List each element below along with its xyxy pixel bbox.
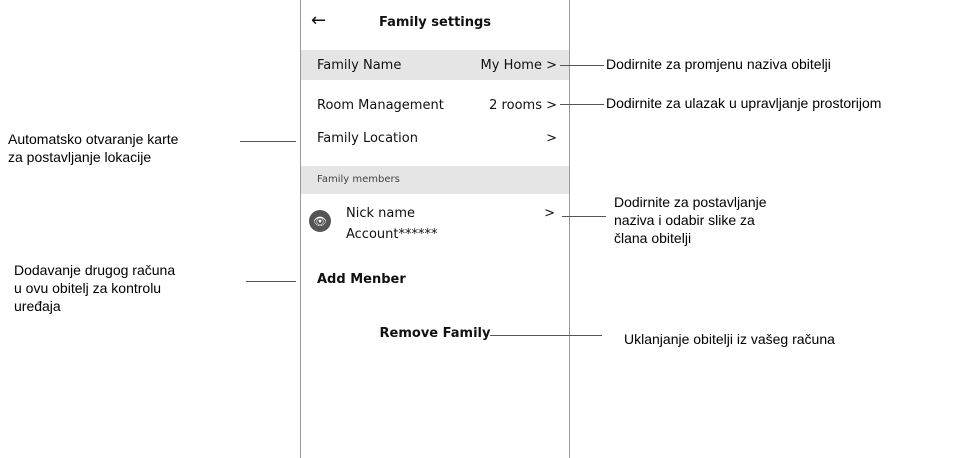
family-name-value: My Home > bbox=[480, 58, 557, 73]
callout-location-line1: Automatsko otvaranje karte bbox=[8, 131, 179, 147]
callout-member-line1: Dodirnite za postavljanje bbox=[614, 194, 767, 210]
callout-add-line3: uređaja bbox=[14, 298, 61, 314]
family-members-title: Family members bbox=[317, 174, 400, 185]
member-chevron-icon[interactable]: > bbox=[544, 206, 555, 221]
callout-room-management: Dodirnite za ulazak u upravljanje prosto… bbox=[606, 95, 882, 111]
room-management-label: Room Management bbox=[317, 98, 444, 113]
callout-location-line2: za postavljanje lokacije bbox=[8, 149, 152, 165]
callout-line-location bbox=[240, 141, 296, 142]
family-location-chevron: > bbox=[546, 131, 557, 146]
family-location-label: Family Location bbox=[317, 131, 418, 146]
family-members-section-header: Family members bbox=[301, 166, 569, 194]
callout-line-member bbox=[562, 216, 606, 217]
add-member-button[interactable]: Add Menber bbox=[317, 272, 406, 287]
callout-line-family-name bbox=[560, 65, 604, 66]
avatar-glyph: 👁 bbox=[313, 214, 327, 228]
callout-line-remove bbox=[490, 335, 602, 336]
family-name-row[interactable]: Family Name My Home > bbox=[301, 50, 569, 80]
remove-family-button[interactable]: Remove Family bbox=[301, 326, 569, 341]
room-management-value: 2 rooms > bbox=[489, 98, 557, 113]
callout-member-line2: naziva i odabir slike za bbox=[614, 212, 755, 228]
room-management-row[interactable]: Room Management 2 rooms > bbox=[301, 90, 569, 120]
family-name-label: Family Name bbox=[317, 58, 402, 73]
callout-add-line2: u ovu obitelj za kontrolu bbox=[14, 280, 162, 296]
member-account: Account****** bbox=[346, 227, 438, 242]
phone-screen: ← Family settings Family Name My Home > … bbox=[300, 0, 570, 458]
header: ← Family settings bbox=[301, 0, 569, 44]
callout-add-line1: Dodavanje drugog računa bbox=[14, 262, 176, 278]
callout-line-room-management bbox=[560, 104, 604, 105]
page-title: Family settings bbox=[378, 15, 492, 30]
callout-family-name: Dodirnite za promjenu naziva obitelji bbox=[606, 56, 831, 72]
avatar-eye-icon[interactable]: 👁 bbox=[309, 210, 331, 232]
callout-member-line3: člana obitelji bbox=[614, 230, 692, 246]
family-location-row[interactable]: Family Location > bbox=[301, 123, 569, 153]
callout-line-add-member bbox=[246, 281, 296, 282]
callout-remove: Uklanjanje obitelji iz vašeg računa bbox=[624, 331, 835, 347]
member-name[interactable]: Nick name bbox=[346, 206, 415, 221]
